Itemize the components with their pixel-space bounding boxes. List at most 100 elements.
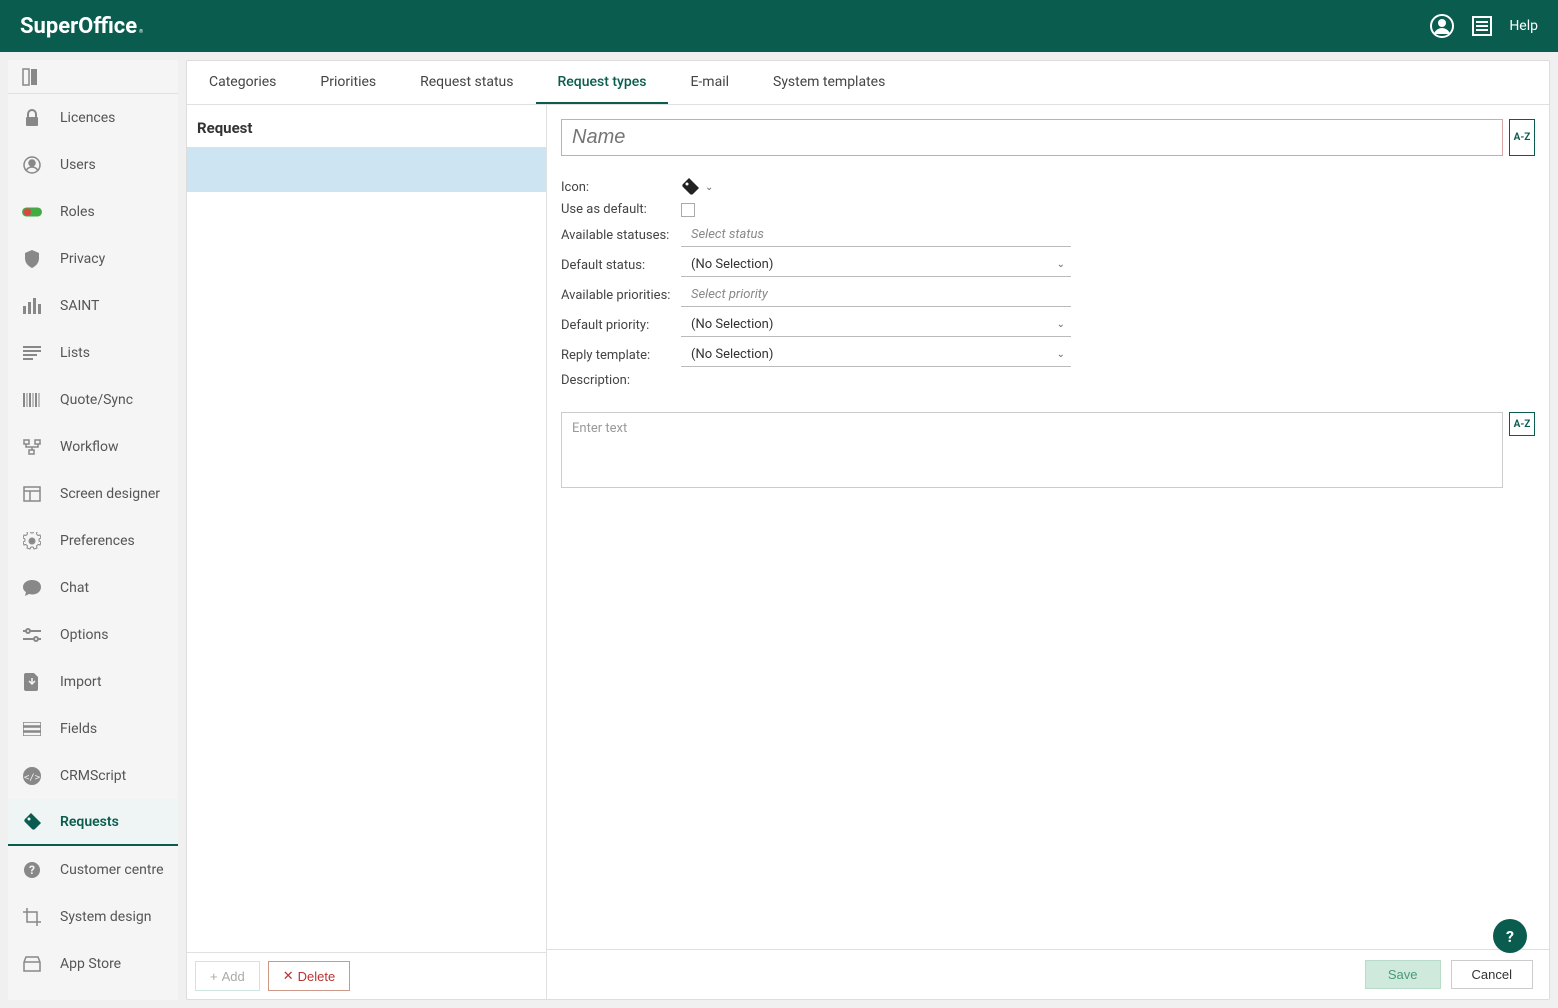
- save-button[interactable]: Save: [1365, 960, 1441, 989]
- code-icon: </>: [22, 766, 42, 786]
- ticket-icon: [681, 178, 699, 196]
- tab-email[interactable]: E-mail: [668, 61, 751, 104]
- sidebar-item-label: Users: [60, 157, 96, 173]
- menu-icon[interactable]: [1469, 13, 1495, 39]
- list-item[interactable]: [187, 147, 546, 193]
- brand-text: SuperOffice: [20, 14, 137, 39]
- barcode-icon: [22, 390, 42, 410]
- default-priority-label: Default priority:: [561, 318, 681, 333]
- avail-priorities-label: Available priorities:: [561, 288, 681, 303]
- sidebar-item-saint[interactable]: SAINT: [8, 282, 178, 329]
- close-icon: ✕: [283, 968, 294, 984]
- sidebar-item-label: Licences: [60, 110, 115, 126]
- sidebar-item-requests[interactable]: Requests: [8, 799, 178, 846]
- delete-label: Delete: [298, 969, 336, 984]
- right-footer: Save Cancel: [547, 949, 1549, 999]
- sidebar-item-label: Fields: [60, 721, 97, 737]
- import-icon: [22, 672, 42, 692]
- description-textarea[interactable]: [561, 412, 1503, 488]
- left-footer: + Add ✕ Delete: [187, 952, 546, 999]
- right-panel: A-Z Icon: ⌄ Use as default: Available st…: [547, 105, 1549, 999]
- layout-icon: [22, 484, 42, 504]
- left-panel: Request + Add ✕ Delete: [187, 105, 547, 999]
- user-icon[interactable]: [1429, 13, 1455, 39]
- avail-statuses-label: Available statuses:: [561, 228, 681, 243]
- icon-label: Icon:: [561, 180, 681, 195]
- cancel-button[interactable]: Cancel: [1451, 960, 1533, 989]
- toggle-icon: [22, 202, 42, 222]
- chevron-down-icon: ⌄: [1057, 349, 1065, 360]
- question-circle-icon: ?: [22, 860, 42, 880]
- lock-icon: [22, 108, 42, 128]
- sidebar-item-preferences[interactable]: Preferences: [8, 517, 178, 564]
- sidebar-item-customer-centre[interactable]: ? Customer centre: [8, 846, 178, 893]
- sidebar-item-system-design[interactable]: System design: [8, 893, 178, 940]
- sidebar-item-label: Customer centre: [60, 862, 164, 878]
- sidebar-item-import[interactable]: Import: [8, 658, 178, 705]
- icon-picker[interactable]: ⌄: [681, 178, 1071, 196]
- main-area: Categories Priorities Request status Req…: [186, 60, 1550, 1000]
- tab-priorities[interactable]: Priorities: [298, 61, 398, 104]
- reply-template-select[interactable]: (No Selection) ⌄: [681, 343, 1071, 367]
- add-button[interactable]: + Add: [195, 961, 260, 991]
- sidebar-item-label: Lists: [60, 345, 90, 361]
- bars-icon: [22, 296, 42, 316]
- sidebar-item-options[interactable]: Options: [8, 611, 178, 658]
- sidebar-item-label: SAINT: [60, 298, 99, 314]
- tab-categories[interactable]: Categories: [187, 61, 298, 104]
- chevron-down-icon: ⌄: [1057, 319, 1065, 330]
- sidebar-item-label: System design: [60, 909, 151, 925]
- sidebar-item-label: CRMScript: [60, 768, 126, 784]
- chat-icon: [22, 578, 42, 598]
- delete-button[interactable]: ✕ Delete: [268, 961, 350, 991]
- name-input[interactable]: [561, 119, 1503, 156]
- sidebar-item-workflow[interactable]: Workflow: [8, 423, 178, 470]
- sidebar-item-quote-sync[interactable]: Quote/Sync: [8, 376, 178, 423]
- sidebar-item-label: App Store: [60, 956, 121, 972]
- shield-icon: [22, 249, 42, 269]
- az-localize-button[interactable]: A-Z: [1509, 412, 1535, 436]
- help-link[interactable]: Help: [1509, 18, 1538, 34]
- sidebar-item-crmscript[interactable]: </> CRMScript: [8, 752, 178, 799]
- avail-priorities-select[interactable]: Select priority: [681, 283, 1071, 307]
- sidebar-item-users[interactable]: Users: [8, 141, 178, 188]
- ticket-icon: [22, 812, 42, 832]
- sidebar-item-label: Chat: [60, 580, 89, 596]
- tab-request-types[interactable]: Request types: [536, 61, 669, 104]
- sidebar-item-app-store[interactable]: App Store: [8, 940, 178, 987]
- description-label: Description:: [561, 373, 681, 388]
- sidebar-item-fields[interactable]: Fields: [8, 705, 178, 752]
- tab-system-templates[interactable]: System templates: [751, 61, 907, 104]
- plus-icon: +: [210, 969, 218, 984]
- gear-icon: [22, 531, 42, 551]
- sliders-icon: [22, 625, 42, 645]
- sidebar-item-label: Roles: [60, 204, 95, 220]
- sidebar-item-screen-designer[interactable]: Screen designer: [8, 470, 178, 517]
- workflow-icon: [22, 437, 42, 457]
- user-circle-icon: [22, 155, 42, 175]
- sidebar-items: Licences Users Roles Privacy SAINT Lists: [8, 94, 178, 1000]
- sidebar-item-privacy[interactable]: Privacy: [8, 235, 178, 282]
- avail-statuses-select[interactable]: Select status: [681, 223, 1071, 247]
- use-default-checkbox[interactable]: [681, 203, 695, 217]
- request-list: [187, 147, 546, 952]
- sidebar-item-licences[interactable]: Licences: [8, 94, 178, 141]
- sidebar-item-roles[interactable]: Roles: [8, 188, 178, 235]
- sidebar-item-chat[interactable]: Chat: [8, 564, 178, 611]
- sidebar-item-label: Import: [60, 674, 102, 690]
- use-default-label: Use as default:: [561, 202, 681, 217]
- topbar-right: Help: [1429, 13, 1538, 39]
- sidebar-item-label: Quote/Sync: [60, 392, 133, 408]
- crop-icon: [22, 907, 42, 927]
- tab-request-status[interactable]: Request status: [398, 61, 535, 104]
- sidebar-collapse-icon[interactable]: [8, 60, 178, 94]
- brand-logo: SuperOffice®: [20, 14, 143, 39]
- az-localize-button[interactable]: A-Z: [1509, 119, 1535, 156]
- fields-icon: [22, 719, 42, 739]
- store-icon: [22, 954, 42, 974]
- help-fab[interactable]: ?: [1493, 919, 1527, 953]
- default-priority-select[interactable]: (No Selection) ⌄: [681, 313, 1071, 337]
- sidebar-item-lists[interactable]: Lists: [8, 329, 178, 376]
- svg-text:</>: </>: [24, 773, 41, 783]
- default-status-select[interactable]: (No Selection) ⌄: [681, 253, 1071, 277]
